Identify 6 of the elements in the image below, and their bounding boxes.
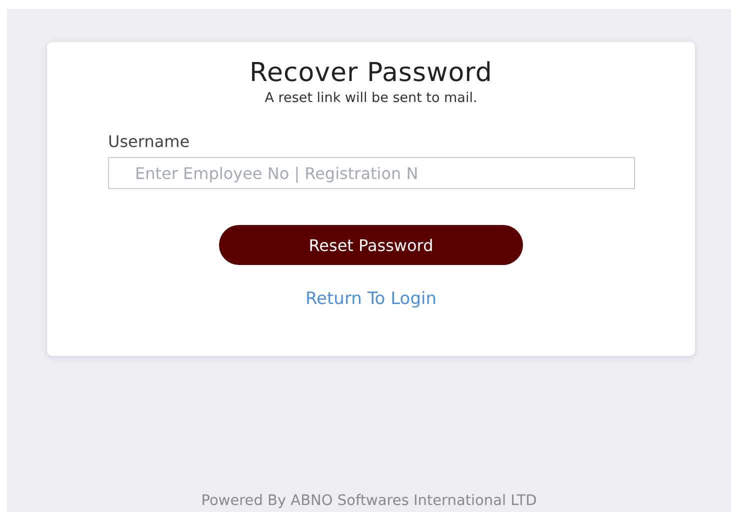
subtitle: A reset link will be sent to mail.: [264, 90, 478, 106]
footer-text: Powered By ABNO Softwares International LTD: [200, 493, 538, 509]
reset-password-button[interactable]: Reset Password: [219, 225, 523, 265]
username-label: Username: [108, 132, 191, 151]
username-field[interactable]: Enter Employee No | Registration N: [108, 157, 635, 189]
page-title: Recover Password: [250, 58, 492, 88]
